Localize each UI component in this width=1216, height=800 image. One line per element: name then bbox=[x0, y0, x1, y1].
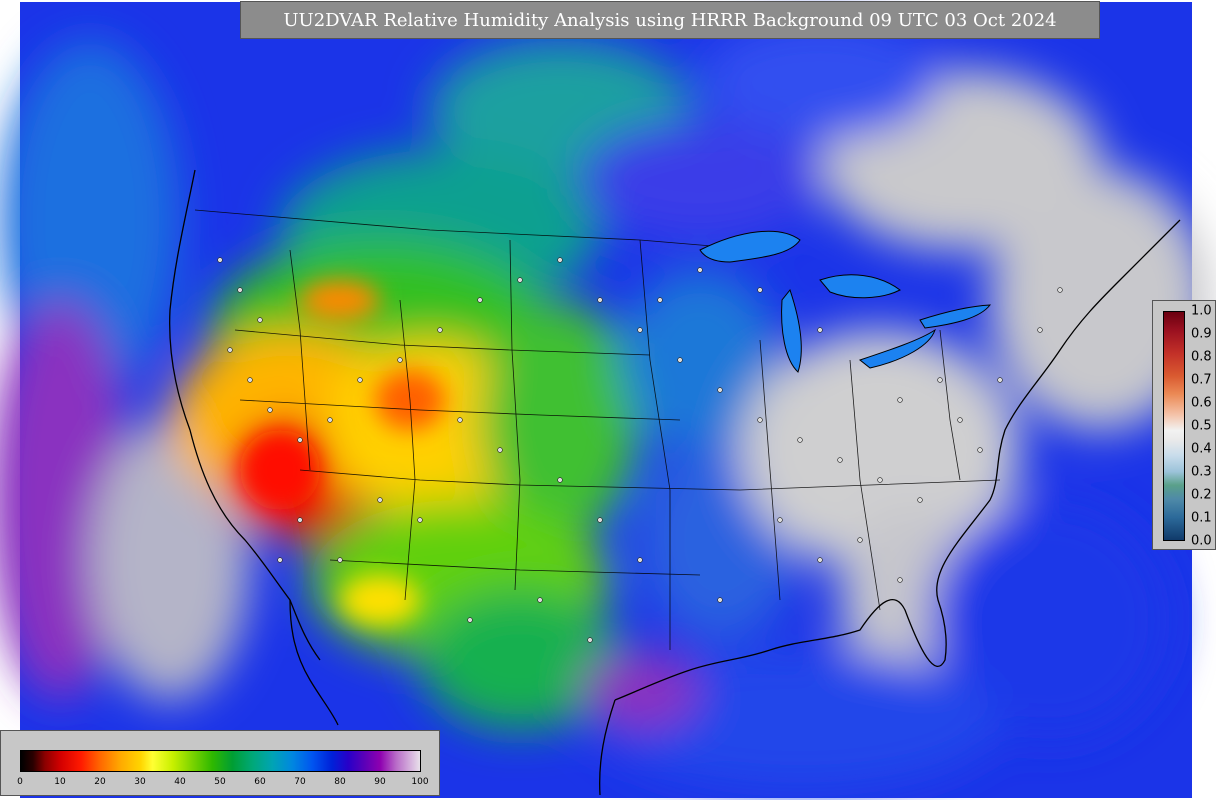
rh-tick-label: 30 bbox=[134, 777, 146, 787]
deviation-tick-label: 1.0 bbox=[1191, 303, 1212, 319]
deviation-tick-label: 0.1 bbox=[1191, 510, 1212, 526]
deviation-tick-label: 0.9 bbox=[1191, 326, 1212, 342]
rh-tick-label: 80 bbox=[334, 777, 346, 787]
deviation-tick-label: 0.7 bbox=[1191, 372, 1212, 388]
rh-tick-label: 20 bbox=[94, 777, 106, 787]
rh-tick-label: 90 bbox=[374, 777, 386, 787]
deviation-tick-label: 0.0 bbox=[1191, 533, 1212, 549]
humidity-map bbox=[0, 2, 1210, 798]
deviation-colorbar-panel: 1.0 0.9 0.8 0.7 0.6 0.5 0.4 0.3 0.2 0.1 … bbox=[1152, 300, 1216, 550]
deviation-tick-label: 0.2 bbox=[1191, 487, 1212, 503]
rh-tick-label: 0 bbox=[17, 777, 23, 787]
rh-colorbar bbox=[20, 750, 421, 772]
rh-tick-label: 60 bbox=[254, 777, 266, 787]
deviation-tick-label: 0.4 bbox=[1191, 441, 1212, 457]
rh-tick-label: 70 bbox=[294, 777, 306, 787]
deviation-colorbar bbox=[1163, 311, 1185, 541]
rh-tick-label: 40 bbox=[174, 777, 186, 787]
rh-tick-label: 100 bbox=[411, 777, 429, 787]
rh-tick-label: 10 bbox=[54, 777, 66, 787]
map-title-box: UU2DVAR Relative Humidity Analysis using… bbox=[240, 1, 1100, 39]
deviation-tick-label: 0.6 bbox=[1191, 395, 1212, 411]
deviation-tick-label: 0.5 bbox=[1191, 418, 1212, 434]
deviation-tick-label: 0.8 bbox=[1191, 349, 1212, 365]
rh-tick-label: 50 bbox=[214, 777, 226, 787]
deviation-tick-label: 0.3 bbox=[1191, 464, 1212, 480]
map-title: UU2DVAR Relative Humidity Analysis using… bbox=[283, 9, 1057, 31]
rh-colorbar-panel: 0 10 20 30 40 50 60 70 80 90 100 bbox=[0, 730, 440, 796]
